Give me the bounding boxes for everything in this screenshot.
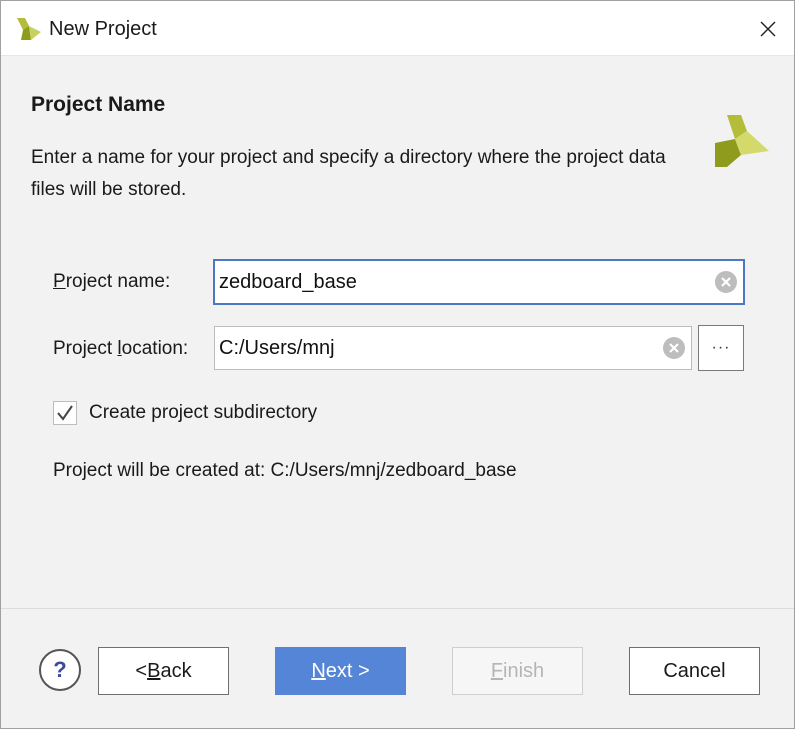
xilinx-logo-icon: [17, 18, 41, 40]
finish-button: Finish: [452, 647, 583, 695]
project-name-field[interactable]: [213, 259, 745, 305]
created-at-text: Project will be created at: C:/Users/mnj…: [53, 460, 517, 482]
create-subdirectory-checkbox[interactable]: [53, 401, 77, 425]
help-icon: ?: [53, 657, 67, 682]
back-button[interactable]: < Back: [98, 647, 229, 695]
next-button[interactable]: Next >: [275, 647, 406, 695]
browse-button[interactable]: ···: [698, 325, 744, 371]
project-location-field[interactable]: [214, 326, 692, 370]
page-description: Enter a name for your project and specif…: [31, 147, 666, 200]
clear-icon[interactable]: [714, 270, 738, 294]
created-at-label: Project will be created at:: [53, 460, 266, 481]
close-button[interactable]: [741, 1, 794, 56]
window-title: New Project: [49, 18, 157, 40]
checkmark-icon: [57, 405, 73, 421]
clear-icon[interactable]: [662, 336, 686, 360]
xilinx-logo-icon: [715, 115, 769, 167]
created-at-path: C:/Users/mnj/zedboard_base: [270, 460, 517, 481]
title-bar: New Project: [1, 1, 794, 56]
new-project-dialog: New Project Project Name Enter a name fo…: [0, 0, 795, 729]
page-title: Project Name: [31, 93, 166, 116]
close-icon: [760, 21, 775, 36]
help-button[interactable]: ?: [39, 649, 81, 691]
cancel-button[interactable]: Cancel: [629, 647, 760, 695]
footer-divider: [1, 608, 794, 609]
project-name-input[interactable]: [219, 261, 703, 303]
project-location-label: Project location:: [53, 338, 189, 359]
project-location-input[interactable]: [219, 327, 651, 369]
create-subdirectory-label: Create project subdirectory: [89, 402, 318, 423]
project-name-label: Project name:: [53, 271, 171, 292]
